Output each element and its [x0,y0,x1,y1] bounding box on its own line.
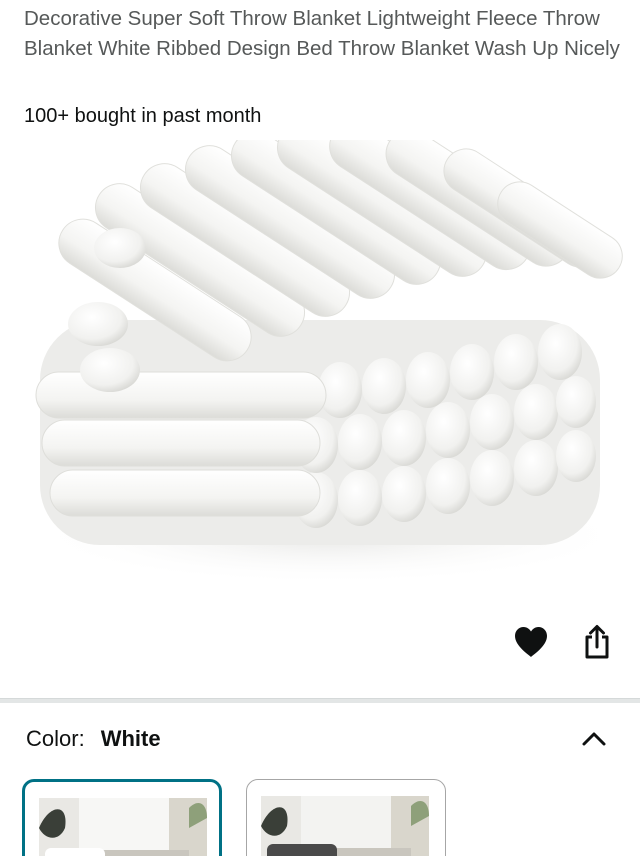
wishlist-button[interactable] [509,620,553,664]
heart-icon [515,627,547,657]
swatch-thumbnail-white [39,798,207,856]
swatch-thumbnail-gray [261,796,429,856]
product-image[interactable] [0,140,640,620]
chevron-up-icon[interactable] [578,723,610,755]
share-icon [585,625,609,659]
blanket-image [30,140,630,585]
color-label: Color: [26,726,85,751]
selected-color-value: White [100,726,161,751]
color-swatch-gray[interactable] [246,779,446,856]
bought-count-text: 100+ bought in past month [24,105,262,127]
share-button[interactable] [575,620,619,664]
color-swatch-white[interactable] [22,779,222,856]
color-selector-header[interactable]: Color: White [0,703,640,775]
product-title: Decorative Super Soft Throw Blanket Ligh… [24,7,620,60]
